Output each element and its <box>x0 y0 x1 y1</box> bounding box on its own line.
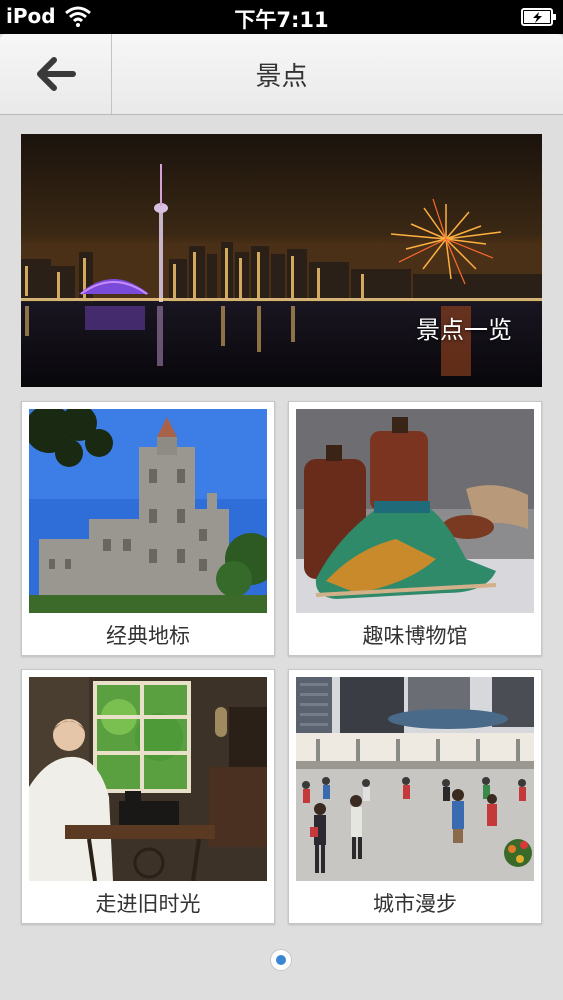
navigation-bar: 景点 <box>0 34 563 115</box>
arrow-left-icon <box>36 57 76 91</box>
tile-city-walk[interactable]: 城市漫步 <box>288 669 542 924</box>
page-indicator-dot[interactable] <box>270 949 292 971</box>
castle-photo <box>29 409 267 613</box>
status-bar: iPod 下午7:11 <box>0 0 563 34</box>
back-button[interactable] <box>0 34 112 114</box>
tile-label: 经典地标 <box>106 624 190 648</box>
banner-all-attractions[interactable]: 景点一览 <box>21 134 542 387</box>
tile-fun-museums[interactable]: 趣味博物馆 <box>288 401 542 656</box>
tile-label: 趣味博物馆 <box>362 624 468 648</box>
tile-label: 城市漫步 <box>373 892 457 916</box>
page-title: 景点 <box>255 61 308 92</box>
tile-label: 走进旧时光 <box>95 892 201 916</box>
city-plaza-photo <box>296 677 534 881</box>
banner-label: 景点一览 <box>416 316 512 344</box>
tile-classic-landmarks[interactable]: 经典地标 <box>21 401 275 656</box>
historic-room-photo <box>29 677 267 881</box>
skyline-photo <box>21 134 542 387</box>
shoe-exhibit-photo <box>296 409 534 613</box>
tile-old-times[interactable]: 走进旧时光 <box>21 669 275 924</box>
battery-charging-icon <box>521 8 556 26</box>
status-time: 下午7:11 <box>234 8 329 32</box>
